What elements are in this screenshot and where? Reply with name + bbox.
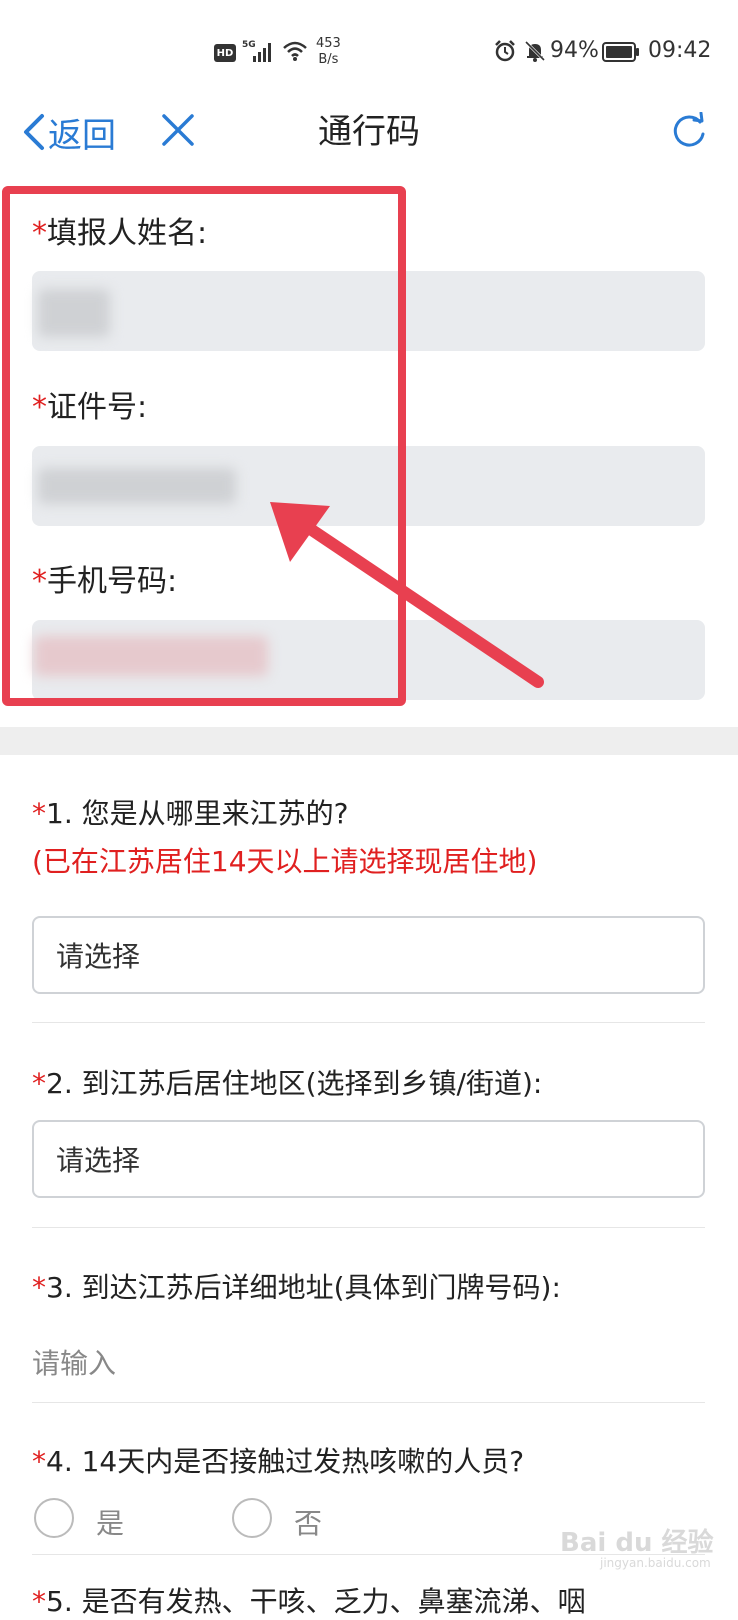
pointer-arrow [270,502,544,688]
wifi-icon [283,41,307,61]
hd-icon: HD [214,44,236,62]
radio-no-label: 否 [294,1507,323,1540]
status-bar: HD 5G 453 B/s 94% 09:42 [0,0,738,100]
question-1-text: 1. 您是从哪里来江苏的? [46,797,349,830]
network-speed: 453 B/s [316,36,341,68]
required-mark: * [32,1067,46,1100]
battery-icon [602,42,639,62]
back-label: 返回 [48,115,116,156]
question-5-text: 5. 是否有发热、干咳、乏力、鼻塞流涕、咽 [46,1585,586,1618]
radio-yes[interactable] [34,1498,74,1538]
question-2-text: 2. 到江苏后居住地区(选择到乡镇/街道): [46,1067,543,1100]
required-mark: * [32,1271,46,1304]
question-1-note: (已在江苏居住14天以上请选择现居住地) [32,845,538,878]
divider [32,1227,705,1228]
speed-unit: B/s [318,52,339,67]
mute-bell-icon [524,40,546,62]
chevron-left-icon [24,114,44,150]
address-input[interactable]: 请输入 [32,1342,705,1382]
radio-yes-label: 是 [96,1507,125,1540]
back-button[interactable]: 返回 [20,110,116,156]
question-2-label: *2. 到江苏后居住地区(选择到乡镇/街道): [32,1062,542,1102]
residence-region-select[interactable]: 请选择 [32,1120,705,1198]
section-divider [0,727,738,755]
origin-select[interactable]: 请选择 [32,916,705,994]
watermark-logo: Bai du 经验 [560,1528,714,1558]
clock: 09:42 [648,38,712,63]
residence-region-value: 请选择 [56,1144,141,1177]
question-1-label: *1. 您是从哪里来江苏的? [32,792,348,832]
question-4-label: *4. 14天内是否接触过发热咳嗽的人员? [32,1440,524,1480]
divider [32,1022,705,1023]
signal-icon [253,43,271,62]
origin-select-value: 请选择 [56,940,141,973]
refresh-icon[interactable] [670,112,708,150]
question-3-text: 3. 到达江苏后详细地址(具体到门牌号码): [46,1271,561,1304]
battery-percent: 94% [550,38,599,63]
divider [32,1402,705,1403]
question-5-label: *5. 是否有发热、干咳、乏力、鼻塞流涕、咽 [32,1580,586,1620]
close-icon[interactable] [160,112,196,148]
required-mark: * [32,1445,46,1478]
radio-no[interactable] [232,1498,272,1538]
speed-value: 453 [316,36,341,51]
alarm-icon [495,40,515,62]
question-4-text: 4. 14天内是否接触过发热咳嗽的人员? [46,1445,525,1478]
required-mark: * [32,797,46,830]
question-3-label: *3. 到达江苏后详细地址(具体到门牌号码): [32,1266,561,1306]
required-mark: * [32,1585,46,1618]
watermark-url: jingyan.baidu.com [600,1556,711,1570]
